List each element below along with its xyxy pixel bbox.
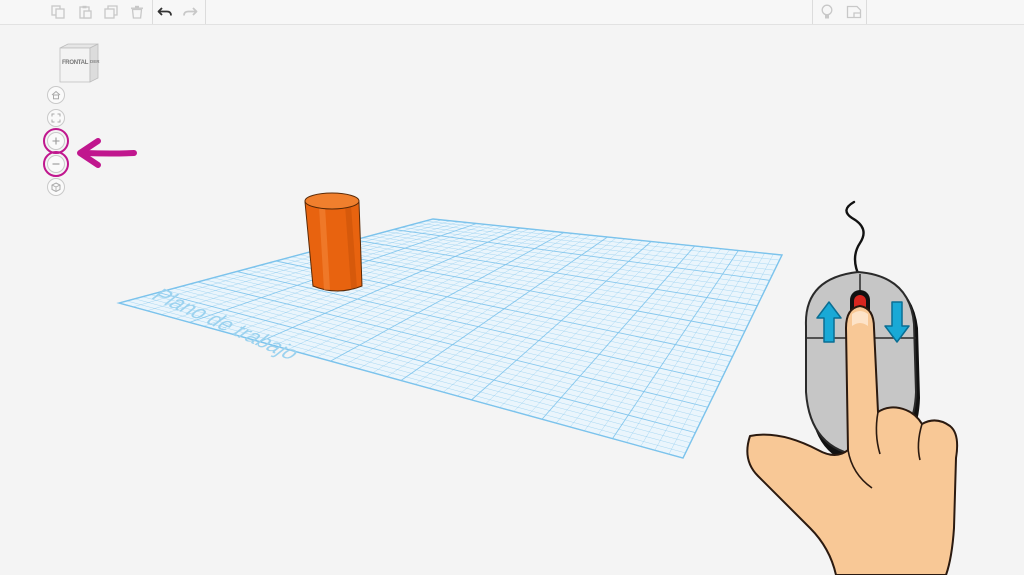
mouse-cable (845, 200, 865, 280)
cylinder-shape[interactable] (300, 188, 370, 298)
mouse-scroll-illustration (746, 200, 959, 575)
hand-illustration (746, 305, 959, 575)
